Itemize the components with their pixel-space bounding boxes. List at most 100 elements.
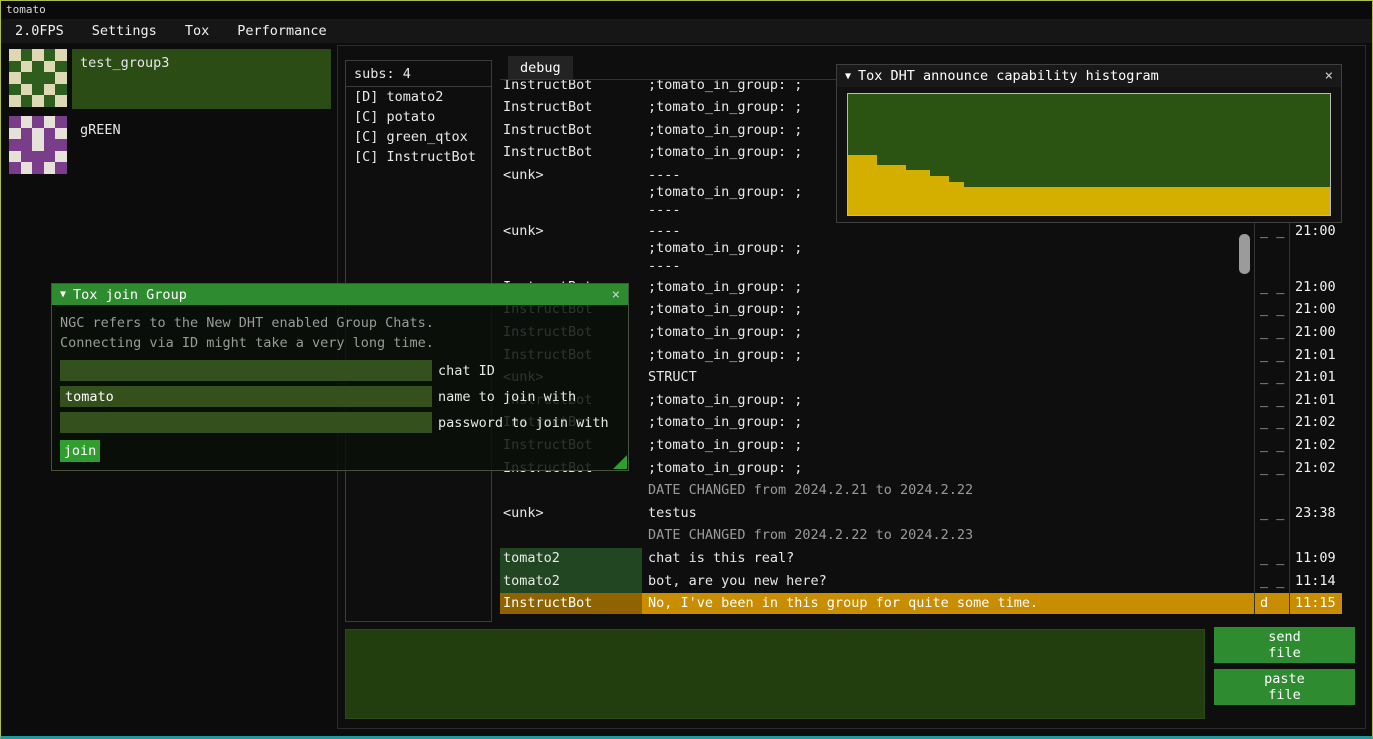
message-flags: _ _	[1254, 322, 1289, 345]
avatar-pixel	[55, 84, 67, 96]
avatar-pixel	[55, 49, 67, 61]
member-item-potato[interactable]: [C] potato	[346, 107, 491, 127]
message-time: 11:09	[1289, 548, 1342, 571]
avatar-pixel	[55, 162, 67, 174]
message-text: No, I've been in this group for quite so…	[642, 593, 1254, 614]
group-label-box: test_group3	[72, 49, 331, 109]
avatar-pixel	[32, 128, 44, 140]
message-flags: _ _	[1254, 367, 1289, 390]
message-text: chat is this real?	[642, 548, 1254, 571]
avatar-pixel	[9, 151, 21, 163]
message-sender	[500, 525, 642, 548]
date-separator: DATE CHANGED from 2024.2.22 to 2024.2.23	[500, 525, 1342, 548]
message-time: 21:01	[1289, 344, 1342, 367]
group-item-green[interactable]: gREEN	[9, 116, 331, 176]
window-title: tomato	[6, 3, 46, 16]
histogram-bar	[906, 170, 930, 215]
message-text: ;tomato_in_group: ;	[642, 389, 1254, 412]
message-time	[1289, 525, 1342, 548]
avatar-pixel	[21, 116, 33, 128]
message-flags: _ _	[1254, 457, 1289, 480]
message-flags: _ _	[1254, 548, 1289, 571]
join-button[interactable]: join	[60, 440, 100, 462]
close-icon[interactable]: ×	[612, 287, 620, 303]
tab-debug[interactable]: debug	[508, 56, 573, 79]
avatar-pixel	[9, 162, 21, 174]
avatar-pixel	[9, 128, 21, 140]
member-item-green_qtox[interactable]: [C] green_qtox	[346, 127, 491, 147]
group-label-box: gREEN	[72, 116, 331, 176]
join-group-titlebar[interactable]: ▼ Tox join Group ×	[52, 284, 628, 305]
menu-item-tox[interactable]: Tox	[171, 19, 223, 43]
avatar-pixel	[44, 162, 56, 174]
collapse-icon[interactable]: ▼	[845, 71, 851, 82]
close-icon[interactable]: ×	[1325, 68, 1333, 84]
avatar-pixel	[9, 72, 21, 84]
group-avatar	[9, 116, 67, 174]
message-sender: InstructBot	[500, 142, 642, 165]
send-file-button[interactable]: send file	[1214, 627, 1355, 663]
chat-id-row: chat ID	[60, 360, 620, 381]
paste-file-button[interactable]: paste file	[1214, 669, 1355, 705]
message-text: STRUCT	[642, 367, 1254, 390]
join-password-input[interactable]	[60, 412, 432, 433]
message-text: testus	[642, 502, 1254, 525]
collapse-icon[interactable]: ▼	[60, 289, 66, 300]
group-name: test_group3	[80, 55, 169, 71]
message-text: ;tomato_in_group: ;	[642, 299, 1254, 322]
avatar-pixel	[44, 49, 56, 61]
join-group-window: ▼ Tox join Group × NGC refers to the New…	[51, 283, 629, 471]
message-row: InstructBotNo, I've been in this group f…	[500, 593, 1342, 614]
chat-scrollbar-thumb[interactable]	[1239, 234, 1250, 274]
avatar-pixel	[9, 95, 21, 107]
avatar-pixel	[55, 116, 67, 128]
join-description-line: NGC refers to the New DHT enabled Group …	[60, 313, 620, 333]
chat-id-input[interactable]	[60, 360, 432, 381]
menu-item-performance[interactable]: Performance	[223, 19, 340, 43]
message-time: 21:00	[1289, 299, 1342, 322]
members-count: subs: 4	[346, 61, 491, 87]
menu-item-fps[interactable]: 2.0FPS	[1, 19, 78, 43]
message-text: ;tomato_in_group: ;	[642, 457, 1254, 480]
message-text: ---- ;tomato_in_group: ; ----	[642, 220, 1254, 276]
resize-grip[interactable]	[613, 455, 627, 469]
message-text: bot, are you new here?	[642, 570, 1254, 593]
avatar-pixel	[21, 162, 33, 174]
group-item-test_group3[interactable]: test_group3	[9, 49, 331, 109]
message-text: ;tomato_in_group: ;	[642, 344, 1254, 367]
avatar-pixel	[55, 95, 67, 107]
avatar-pixel	[9, 61, 21, 73]
avatar-pixel	[21, 151, 33, 163]
message-flags: _ _	[1254, 344, 1289, 367]
message-input[interactable]	[345, 629, 1205, 719]
window-titlebar[interactable]: tomato	[1, 1, 1372, 19]
menu-item-settings[interactable]: Settings	[78, 19, 171, 43]
message-flags: d	[1254, 593, 1289, 614]
avatar-pixel	[55, 151, 67, 163]
message-flags: _ _	[1254, 502, 1289, 525]
message-sender: tomato2	[500, 570, 642, 593]
join-name-input[interactable]	[60, 386, 432, 407]
join-name-label: name to join with	[438, 389, 576, 405]
histogram-bar	[964, 187, 1330, 215]
message-row: <unk>---- ;tomato_in_group: ; ----_ _21:…	[500, 220, 1342, 276]
avatar-pixel	[21, 84, 33, 96]
avatar-pixel	[21, 72, 33, 84]
date-separator: DATE CHANGED from 2024.2.21 to 2024.2.22	[500, 480, 1342, 503]
member-item-tomato2[interactable]: [D] tomato2	[346, 87, 491, 107]
avatar-pixel	[21, 139, 33, 151]
message-flags: _ _	[1254, 412, 1289, 435]
message-time: 11:14	[1289, 570, 1342, 593]
message-sender: InstructBot	[500, 80, 642, 97]
chat-id-label: chat ID	[438, 363, 495, 379]
message-sender: <unk>	[500, 164, 642, 220]
avatar-pixel	[55, 61, 67, 73]
message-sender: InstructBot	[500, 593, 642, 614]
member-item-instructbot[interactable]: [C] InstructBot	[346, 147, 491, 167]
avatar-pixel	[44, 95, 56, 107]
avatar-pixel	[9, 84, 21, 96]
menubar: 2.0FPS Settings Tox Performance	[1, 19, 1372, 43]
dht-histogram-titlebar[interactable]: ▼ Tox DHT announce capability histogram …	[837, 65, 1341, 87]
message-time	[1289, 480, 1342, 503]
avatar-pixel	[55, 72, 67, 84]
